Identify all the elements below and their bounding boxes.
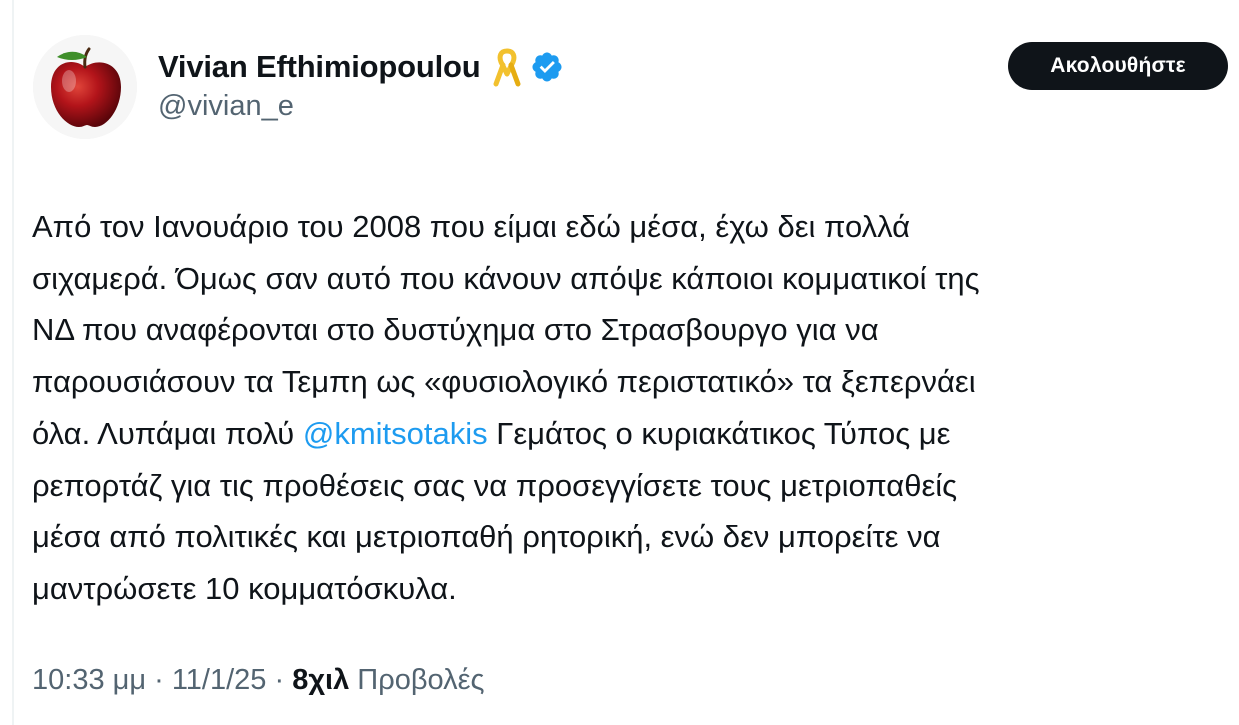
tweet-text-segment: όλα. Λυπάμαι πολύ bbox=[32, 415, 303, 451]
thread-divider bbox=[12, 0, 14, 725]
tweet-line: παρουσιάσουν τα Τεμπη ως «φυσιολογικό πε… bbox=[32, 364, 976, 400]
tweet-line: μαντρώσετε 10 κομματόσκυλα. bbox=[32, 570, 457, 606]
tweet-line: μέσα από πολιτικές και μετριοπαθή ρητορι… bbox=[32, 519, 941, 555]
tweet-line: ΝΔ που αναφέρονται στο δυστύχημα στο Στρ… bbox=[32, 312, 879, 348]
views-count[interactable]: 8χιλ bbox=[292, 664, 349, 696]
author-name-row: Vivian Efthimiopoulou bbox=[158, 42, 564, 92]
meta-separator: · bbox=[146, 664, 172, 696]
avatar[interactable] bbox=[33, 35, 137, 139]
tweet-text-segment: Γεμάτος ο κυριακάτικος Τύπος με bbox=[487, 415, 951, 451]
tweet-text: Από τον Ιανουάριο του 2008 που είμαι εδώ… bbox=[32, 201, 1227, 615]
tweet-line: ρεπορτάζ για τις προθέσεις σας να προσεγ… bbox=[32, 467, 958, 503]
tweet-line: σιχαμερά. Όμως σαν αυτό που κάνουν απόψε… bbox=[32, 260, 980, 296]
tweet-time[interactable]: 10:33 μμ bbox=[32, 664, 146, 696]
mention-link[interactable]: @kmitsotakis bbox=[303, 416, 488, 451]
tweet-meta: 10:33 μμ · 11/1/25 · 8χιλ Προβολές bbox=[32, 664, 485, 697]
verified-badge-icon bbox=[530, 50, 564, 84]
author-display-name[interactable]: Vivian Efthimiopoulou bbox=[158, 49, 481, 85]
tweet-line: Από τον Ιανουάριο του 2008 που είμαι εδώ… bbox=[32, 209, 911, 244]
author-handle[interactable]: @vivian_e bbox=[158, 90, 294, 123]
follow-button[interactable]: Ακολουθήστε bbox=[1008, 42, 1228, 90]
views-label: Προβολές bbox=[349, 664, 485, 696]
yellow-ribbon-icon bbox=[492, 47, 522, 87]
tweet-line: όλα. Λυπάμαι πολύ @kmitsotakis Γεμάτος ο… bbox=[32, 408, 1227, 460]
tweet-date[interactable]: 11/1/25 bbox=[172, 664, 267, 696]
meta-separator: · bbox=[266, 664, 293, 696]
red-apple-icon bbox=[33, 35, 137, 139]
